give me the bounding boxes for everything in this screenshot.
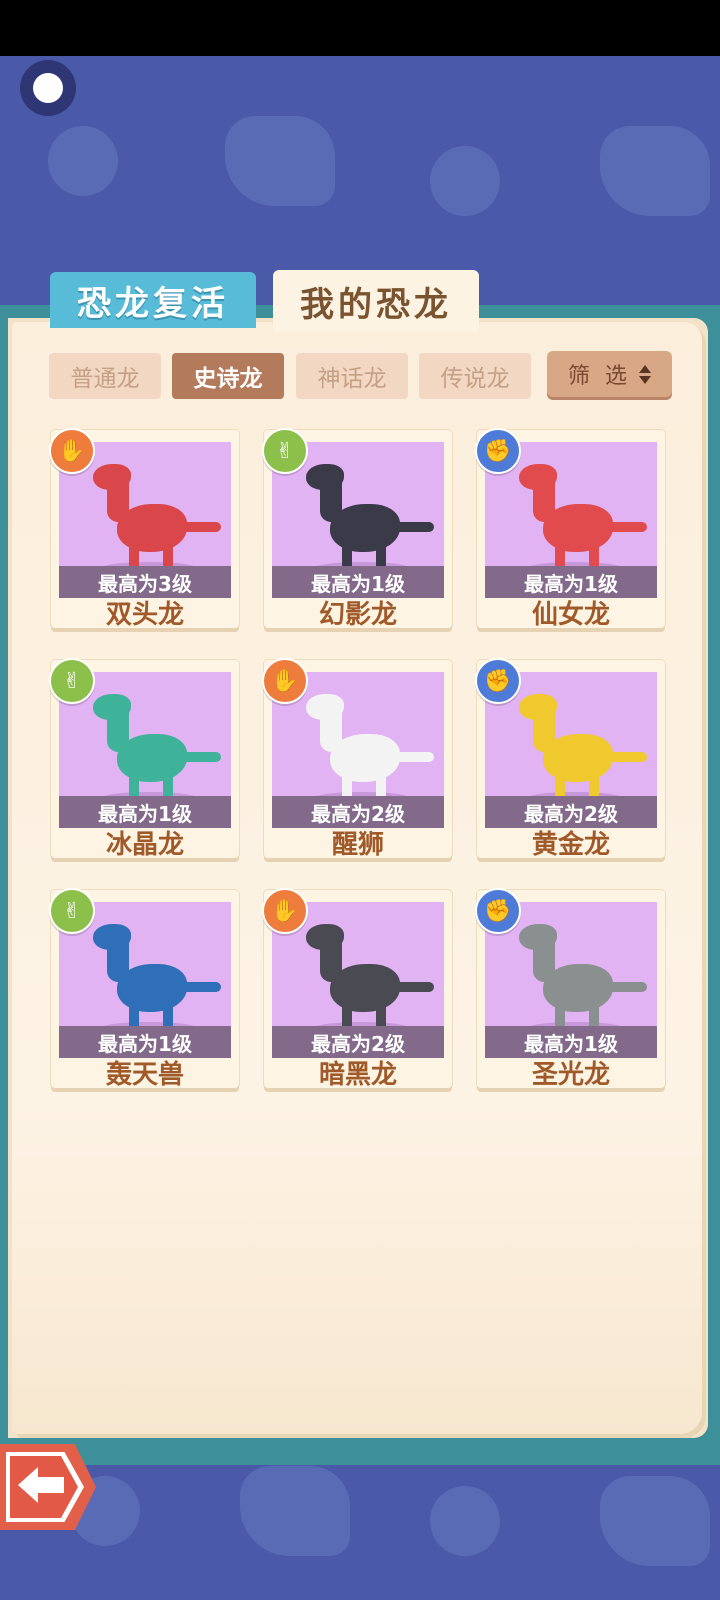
rps-badge-icon: ✋ bbox=[49, 428, 95, 474]
status-bar bbox=[0, 0, 720, 56]
dino-card[interactable]: 最高为3级 双头龙 ✋ bbox=[49, 428, 239, 630]
dino-name: 冰晶龙 bbox=[105, 830, 184, 860]
filter-epic[interactable]: 史诗龙 bbox=[172, 353, 284, 399]
sort-filter-button[interactable]: 筛 选 bbox=[547, 351, 672, 397]
filter-legendary[interactable]: 传说龙 bbox=[419, 353, 531, 399]
dino-name: 醒狮 bbox=[331, 830, 384, 860]
tab-dino-revive[interactable]: 恐龙复活 bbox=[50, 272, 256, 328]
filter-mythic[interactable]: 神话龙 bbox=[296, 353, 408, 399]
rps-badge-icon: ✌ bbox=[262, 428, 308, 474]
paw-icon bbox=[430, 146, 500, 216]
rps-badge-icon: ✋ bbox=[262, 888, 308, 934]
dino-card[interactable]: 最高为1级 轰天兽 ✌ bbox=[49, 888, 239, 1090]
dino-name: 仙女龙 bbox=[531, 600, 610, 630]
sort-arrows-icon bbox=[639, 364, 651, 384]
dino-card[interactable]: 最高为2级 黄金龙 ✊ bbox=[475, 658, 665, 860]
rps-badge-icon: ✋ bbox=[262, 658, 308, 704]
dino-head-icon bbox=[240, 1466, 350, 1556]
dino-card[interactable]: 最高为2级 暗黑龙 ✋ bbox=[262, 888, 452, 1090]
sort-label: 筛 选 bbox=[568, 364, 631, 389]
paw-icon bbox=[430, 1486, 500, 1556]
filter-common[interactable]: 普通龙 bbox=[49, 353, 161, 399]
rps-badge-icon: ✌ bbox=[49, 658, 95, 704]
dino-head-icon bbox=[225, 116, 335, 206]
dino-name: 黄金龙 bbox=[531, 830, 610, 860]
dino-head-icon bbox=[600, 126, 710, 216]
dino-name: 轰天兽 bbox=[105, 1060, 184, 1090]
dino-card[interactable]: 最高为1级 冰晶龙 ✌ bbox=[49, 658, 239, 860]
dino-name: 暗黑龙 bbox=[318, 1060, 397, 1090]
dino-card[interactable]: 最高为1级 圣光龙 ✊ bbox=[475, 888, 665, 1090]
dino-name: 双头龙 bbox=[105, 600, 184, 630]
dino-card[interactable]: 最高为2级 醒狮 ✋ bbox=[262, 658, 452, 860]
menu-button[interactable] bbox=[20, 60, 76, 116]
rps-badge-icon: ✊ bbox=[475, 428, 521, 474]
dino-card[interactable]: 最高为1级 仙女龙 ✊ bbox=[475, 428, 665, 630]
paw-icon bbox=[48, 126, 118, 196]
dino-name: 幻影龙 bbox=[318, 600, 397, 630]
dino-head-icon bbox=[600, 1476, 710, 1566]
dino-card[interactable]: 最高为1级 幻影龙 ✌ bbox=[262, 428, 452, 630]
tab-my-dinos[interactable]: 我的恐龙 bbox=[273, 270, 479, 332]
rps-badge-icon: ✊ bbox=[475, 888, 521, 934]
rps-badge-icon: ✌ bbox=[49, 888, 95, 934]
dino-name: 圣光龙 bbox=[531, 1060, 610, 1090]
back-arrow-icon bbox=[18, 1467, 64, 1503]
rps-badge-icon: ✊ bbox=[475, 658, 521, 704]
